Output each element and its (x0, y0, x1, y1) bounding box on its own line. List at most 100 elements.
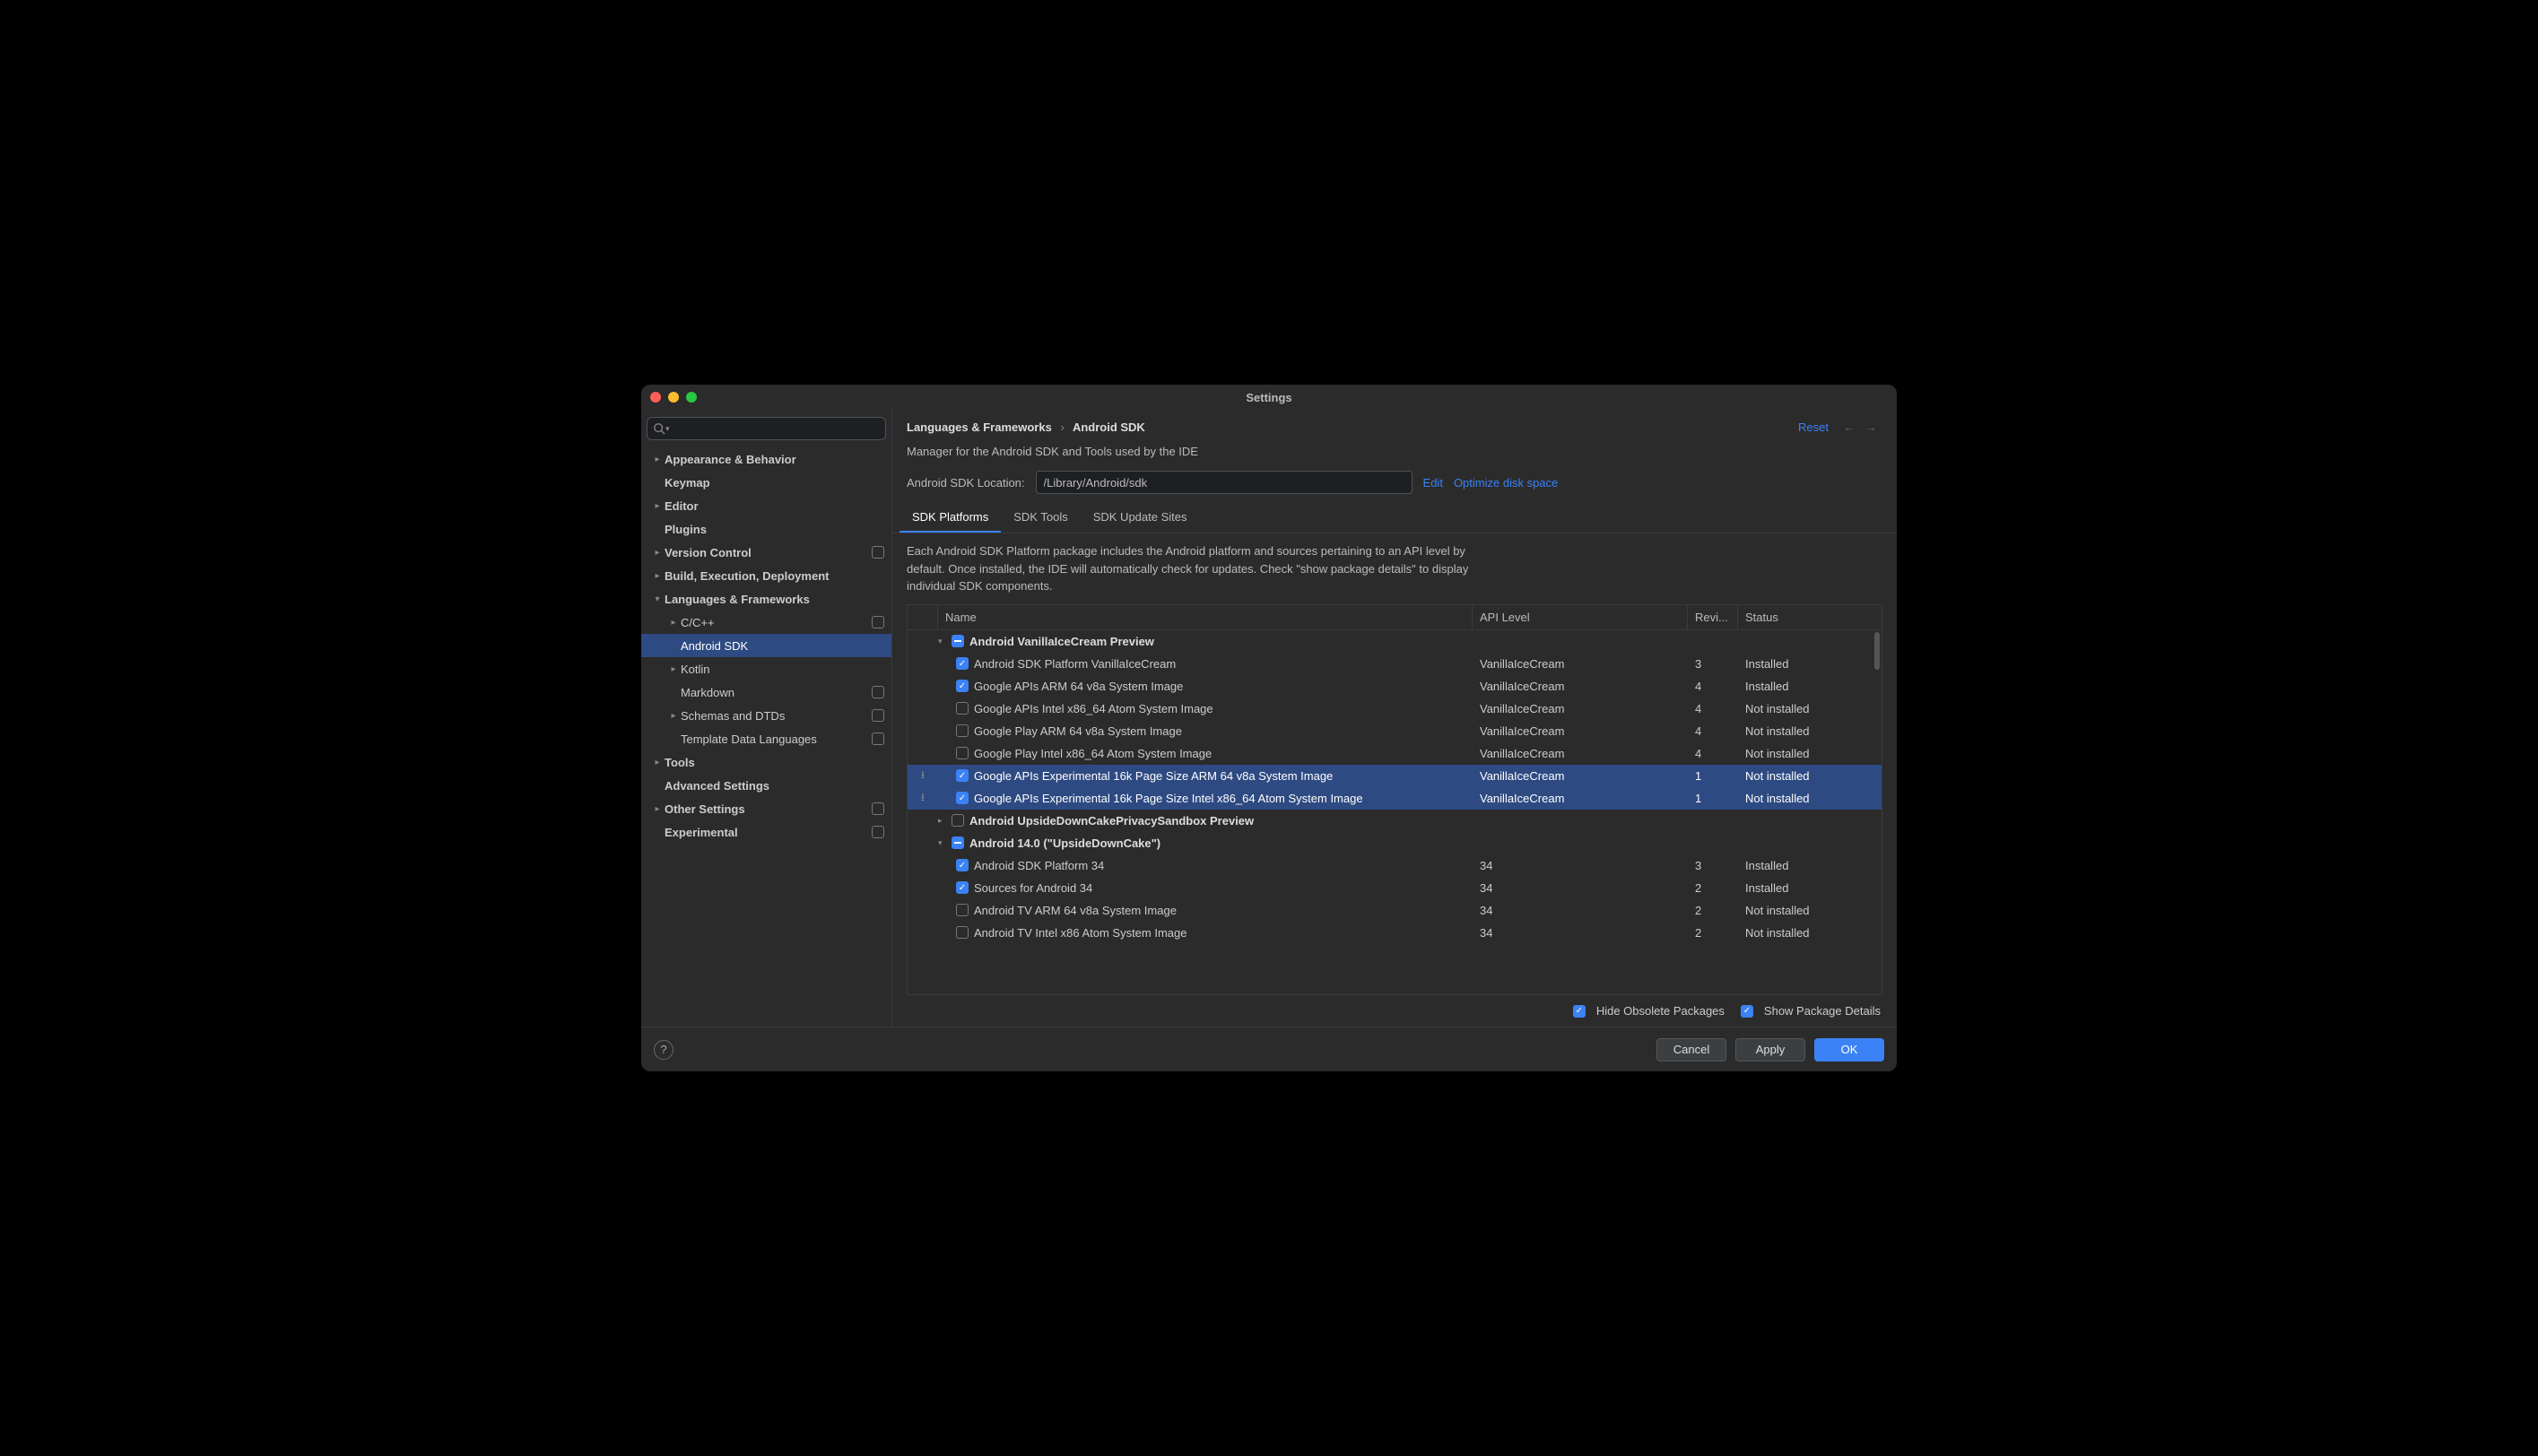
table-row[interactable]: Android TV Intel x86 Atom System Image34… (908, 922, 1882, 944)
apply-button[interactable]: Apply (1735, 1038, 1805, 1062)
search-field[interactable] (674, 422, 880, 436)
spacer: · (668, 734, 679, 744)
table-body[interactable]: ▾Android VanillaIceCream Preview✓Android… (908, 630, 1882, 995)
sidebar-item-label: Languages & Frameworks (665, 593, 810, 606)
table-row[interactable]: Google Play ARM 64 v8a System ImageVanil… (908, 720, 1882, 742)
sidebar-item-android-sdk[interactable]: ·Android SDK (641, 634, 891, 657)
help-icon[interactable]: ? (654, 1040, 674, 1060)
forward-icon[interactable]: → (1860, 420, 1882, 434)
window-controls (650, 392, 697, 403)
maximize-icon[interactable] (686, 392, 697, 403)
checkbox[interactable] (952, 635, 964, 647)
table-row[interactable]: ✓Sources for Android 34342Installed (908, 877, 1882, 899)
reset-link[interactable]: Reset (1798, 420, 1829, 434)
breadcrumb-parent[interactable]: Languages & Frameworks (907, 420, 1052, 434)
checkbox[interactable]: ✓ (956, 859, 969, 871)
chevron-right-icon: ▸ (938, 816, 949, 826)
sdk-location-input[interactable] (1036, 471, 1412, 494)
table-row[interactable]: ✓Android SDK Platform 34343Installed (908, 854, 1882, 877)
breadcrumb-current: Android SDK (1073, 420, 1145, 434)
col-name[interactable]: Name (938, 605, 1473, 629)
row-api: VanillaIceCream (1473, 680, 1688, 693)
modified-badge-icon (872, 732, 884, 745)
sidebar-item-build-execution-deployment[interactable]: ▸Build, Execution, Deployment (641, 564, 891, 587)
sidebar-item-keymap[interactable]: ·Keymap (641, 471, 891, 494)
tab-sdk-platforms[interactable]: SDK Platforms (900, 503, 1001, 533)
tab-sdk-update-sites[interactable]: SDK Update Sites (1081, 503, 1200, 533)
sidebar-item-version-control[interactable]: ▸Version Control (641, 541, 891, 564)
minimize-icon[interactable] (668, 392, 679, 403)
edit-link[interactable]: Edit (1423, 476, 1443, 490)
table-group-row[interactable]: ▾Android VanillaIceCream Preview (908, 630, 1882, 653)
sdk-tabs: SDK PlatformsSDK ToolsSDK Update Sites (892, 503, 1897, 533)
sidebar-item-template-data-languages[interactable]: ·Template Data Languages (641, 727, 891, 750)
show-details-option[interactable]: ✓ Show Package Details (1741, 1004, 1881, 1018)
table-row[interactable]: ⭳✓Google APIs Experimental 16k Page Size… (908, 787, 1882, 810)
sidebar-item-markdown[interactable]: ·Markdown (641, 680, 891, 704)
row-name: Google Play Intel x86_64 Atom System Ima… (974, 747, 1212, 760)
sidebar-item-c-c-[interactable]: ▸C/C++ (641, 611, 891, 634)
cancel-button[interactable]: Cancel (1656, 1038, 1726, 1062)
sidebar-item-appearance-behavior[interactable]: ▸Appearance & Behavior (641, 447, 891, 471)
sidebar: ▾ ▸Appearance & Behavior·Keymap▸Editor·P… (641, 410, 892, 1027)
checkbox[interactable]: ✓ (956, 657, 969, 670)
checkbox[interactable] (956, 904, 969, 916)
sidebar-item-label: Other Settings (665, 802, 745, 816)
table-group-row[interactable]: ▸Android UpsideDownCakePrivacySandbox Pr… (908, 810, 1882, 832)
sidebar-item-schemas-and-dtds[interactable]: ▸Schemas and DTDs (641, 704, 891, 727)
table-row[interactable]: ⭳✓Google APIs Experimental 16k Page Size… (908, 765, 1882, 787)
checkbox[interactable] (952, 814, 964, 827)
table-row[interactable]: Google Play Intel x86_64 Atom System Ima… (908, 742, 1882, 765)
checkbox[interactable]: ✓ (956, 881, 969, 894)
table-group-row[interactable]: ▾Android 14.0 ("UpsideDownCake") (908, 832, 1882, 854)
checkbox[interactable] (956, 724, 969, 737)
sidebar-item-editor[interactable]: ▸Editor (641, 494, 891, 517)
sidebar-item-tools[interactable]: ▸Tools (641, 750, 891, 774)
modified-badge-icon (872, 546, 884, 559)
row-name: Google APIs Experimental 16k Page Size A… (974, 769, 1333, 783)
row-api: VanillaIceCream (1473, 747, 1688, 760)
checkbox[interactable]: ✓ (956, 769, 969, 782)
sidebar-item-label: Editor (665, 499, 699, 513)
table-row[interactable]: Android TV ARM 64 v8a System Image342Not… (908, 899, 1882, 922)
sidebar-item-label: Markdown (681, 686, 734, 699)
col-revision[interactable]: Revi... (1688, 605, 1738, 629)
hide-obsolete-option[interactable]: ✓ Hide Obsolete Packages (1573, 1004, 1725, 1018)
back-icon[interactable]: ← (1838, 420, 1860, 434)
row-revision: 4 (1688, 724, 1738, 738)
spacer: · (652, 781, 663, 791)
table-row[interactable]: Google APIs Intel x86_64 Atom System Ima… (908, 698, 1882, 720)
checkbox[interactable] (956, 926, 969, 939)
row-api: 34 (1473, 859, 1688, 872)
checkbox[interactable]: ✓ (956, 680, 969, 692)
col-api[interactable]: API Level (1473, 605, 1688, 629)
checkbox[interactable] (956, 747, 969, 759)
table-row[interactable]: ✓Android SDK Platform VanillaIceCreamVan… (908, 653, 1882, 675)
search-input[interactable]: ▾ (647, 417, 886, 440)
row-api: 34 (1473, 926, 1688, 940)
row-status: Installed (1738, 859, 1882, 872)
checkbox[interactable] (952, 836, 964, 849)
ok-button[interactable]: OK (1814, 1038, 1884, 1062)
tab-sdk-tools[interactable]: SDK Tools (1001, 503, 1080, 533)
row-name: Google APIs ARM 64 v8a System Image (974, 680, 1183, 693)
row-revision: 4 (1688, 702, 1738, 715)
optimize-link[interactable]: Optimize disk space (1454, 476, 1558, 490)
checkbox-icon: ✓ (1741, 1005, 1753, 1018)
sidebar-item-experimental[interactable]: ·Experimental (641, 820, 891, 844)
close-icon[interactable] (650, 392, 661, 403)
checkbox[interactable]: ✓ (956, 792, 969, 804)
scrollbar-thumb[interactable] (1874, 632, 1880, 670)
row-revision: 2 (1688, 904, 1738, 917)
sidebar-item-plugins[interactable]: ·Plugins (641, 517, 891, 541)
sidebar-item-advanced-settings[interactable]: ·Advanced Settings (641, 774, 891, 797)
sidebar-item-other-settings[interactable]: ▸Other Settings (641, 797, 891, 820)
sidebar-item-label: Schemas and DTDs (681, 709, 785, 723)
row-status: Not installed (1738, 702, 1882, 715)
table-row[interactable]: ✓ Google APIs ARM 64 v8a System Image Vani… (908, 675, 1882, 698)
sidebar-item-languages-frameworks[interactable]: ▾Languages & Frameworks (641, 587, 891, 611)
chevron-right-icon: ▸ (668, 711, 679, 721)
sidebar-item-kotlin[interactable]: ▸Kotlin (641, 657, 891, 680)
checkbox[interactable] (956, 702, 969, 715)
col-status[interactable]: Status (1738, 605, 1882, 629)
